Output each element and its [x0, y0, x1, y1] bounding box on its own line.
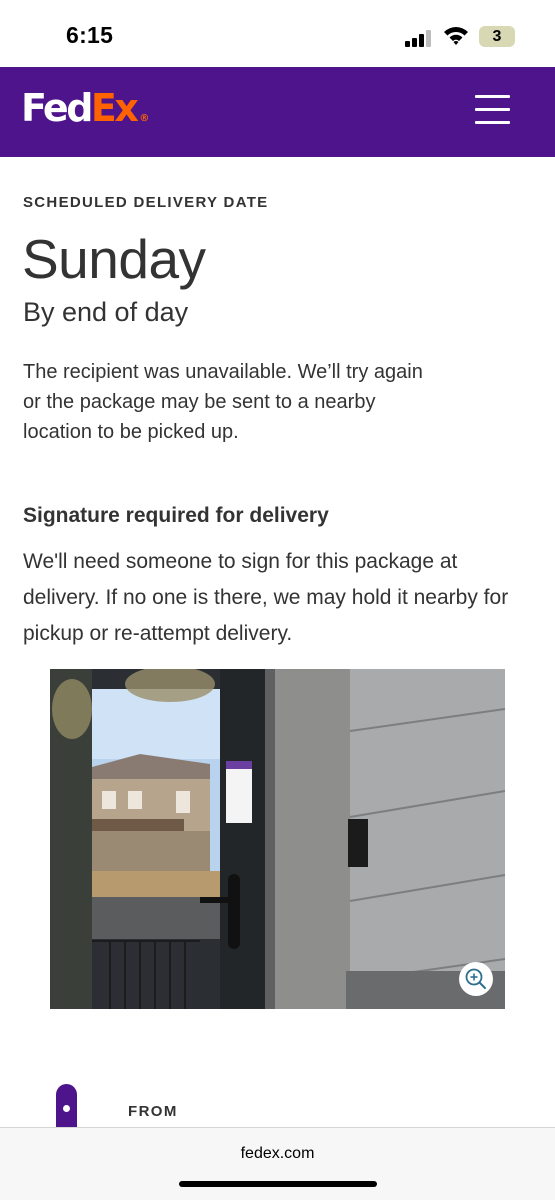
status-time: 6:15 — [66, 22, 114, 48]
site-header: FedEx ® — [0, 67, 555, 157]
browser-url-bar[interactable]: fedex.com — [0, 1127, 555, 1200]
logo-ex: Ex — [90, 86, 139, 130]
delivery-day: Sunday — [22, 228, 206, 290]
delivery-notice: The recipient was unavailable. We’ll try… — [23, 361, 423, 443]
wifi-icon — [444, 27, 468, 45]
logo-fed: Fed — [21, 86, 93, 130]
door-photo-illustration — [50, 669, 505, 1009]
browser-url[interactable]: fedex.com — [0, 1145, 555, 1163]
from-label: FROM — [128, 1103, 178, 1120]
hamburger-menu-icon[interactable] — [471, 93, 513, 127]
delivery-time-window: By end of day — [23, 297, 189, 327]
cellular-signal-icon — [405, 29, 435, 47]
status-bar: 6:15 3 — [0, 0, 555, 67]
signature-description: We'll need someone to sign for this pack… — [23, 550, 509, 645]
battery-icon: 3 — [479, 26, 515, 47]
magnifier-icon — [465, 968, 486, 989]
delivery-photo[interactable] — [50, 669, 505, 1009]
fedex-logo[interactable]: FedEx ® — [21, 89, 149, 127]
logo-registered-mark: ® — [139, 113, 150, 124]
origin-dot — [63, 1105, 70, 1112]
signature-title: Signature required for delivery — [23, 504, 329, 527]
home-indicator[interactable] — [179, 1181, 377, 1187]
zoom-in-icon[interactable] — [459, 962, 493, 996]
scheduled-delivery-label: SCHEDULED DELIVERY DATE — [23, 194, 269, 211]
